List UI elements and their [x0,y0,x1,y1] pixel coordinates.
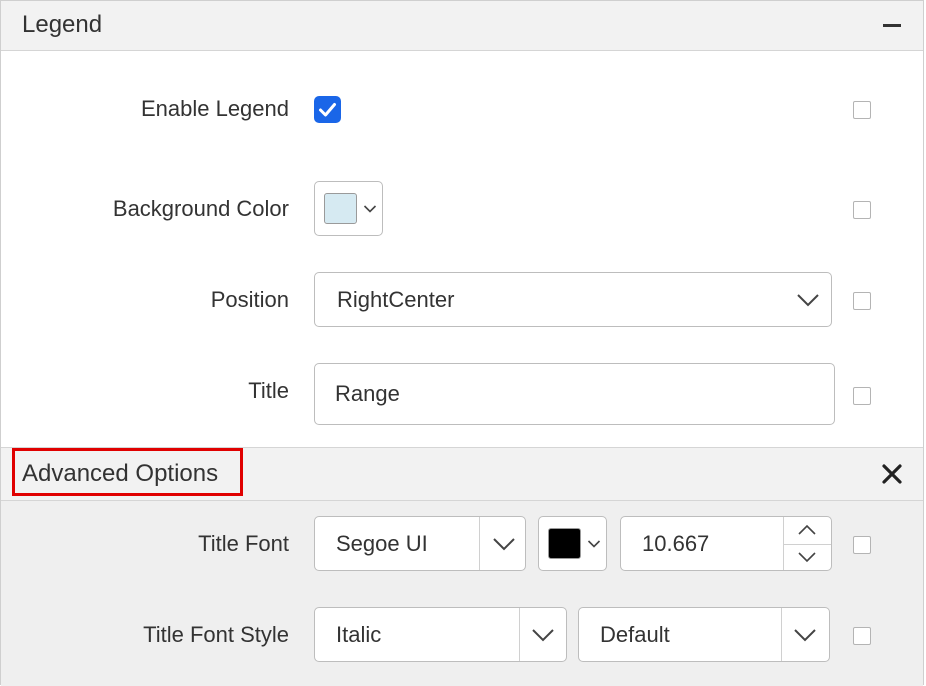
enable-legend-checkbox[interactable] [314,96,341,123]
title-font-style-label: Title Font Style [143,622,289,647]
background-color-swatch [324,193,357,224]
legend-section-header[interactable]: Legend [1,1,923,51]
title-font-weight-value: Default [600,621,670,647]
position-dropdown[interactable]: RightCenter [314,272,832,327]
enable-legend-row-checkbox[interactable] [853,101,871,119]
position-row-checkbox[interactable] [853,292,871,310]
title-font-style-value: Italic [336,621,382,647]
chevron-down-icon [797,294,819,307]
title-font-size-value: 10.667 [642,530,710,556]
chevron-down-icon[interactable] [797,551,817,563]
chevron-down-icon [532,629,554,642]
chevron-up-icon[interactable] [797,524,817,536]
legend-properties-panel: Legend Enable Legend Background Color Po… [0,0,924,686]
legend-section-title: Legend [22,11,103,38]
background-color-picker[interactable] [314,181,383,236]
title-font-label: Title Font [198,531,289,556]
close-icon[interactable] [879,461,905,487]
title-font-style-dropdown[interactable]: Italic [314,607,567,662]
collapse-icon[interactable] [883,24,901,27]
title-font-color-swatch [548,528,581,559]
chevron-down-icon [363,205,377,213]
title-label: Title [248,378,289,403]
title-font-family-dropdown[interactable]: Segoe UI [314,516,526,571]
title-font-size-stepper[interactable]: 10.667 [620,516,832,571]
title-font-style-row-checkbox[interactable] [853,627,871,645]
title-row-checkbox[interactable] [853,387,871,405]
chevron-down-icon [794,629,816,642]
title-font-row-checkbox[interactable] [853,536,871,554]
title-font-family-value: Segoe UI [336,530,428,556]
position-value: RightCenter [337,286,455,312]
advanced-options-title: Advanced Options [22,460,219,487]
chevron-down-icon [493,538,515,551]
background-color-row-checkbox[interactable] [853,201,871,219]
title-input[interactable]: Range [314,363,835,425]
advanced-options-header[interactable]: Advanced Options [1,447,923,501]
chevron-down-icon [587,540,601,548]
title-font-weight-dropdown[interactable]: Default [578,607,830,662]
check-icon [319,103,336,117]
title-input-value: Range [335,381,400,406]
position-label: Position [210,287,289,312]
enable-legend-label: Enable Legend [140,96,289,121]
background-color-label: Background Color [112,196,289,221]
title-font-color-picker[interactable] [538,516,607,571]
